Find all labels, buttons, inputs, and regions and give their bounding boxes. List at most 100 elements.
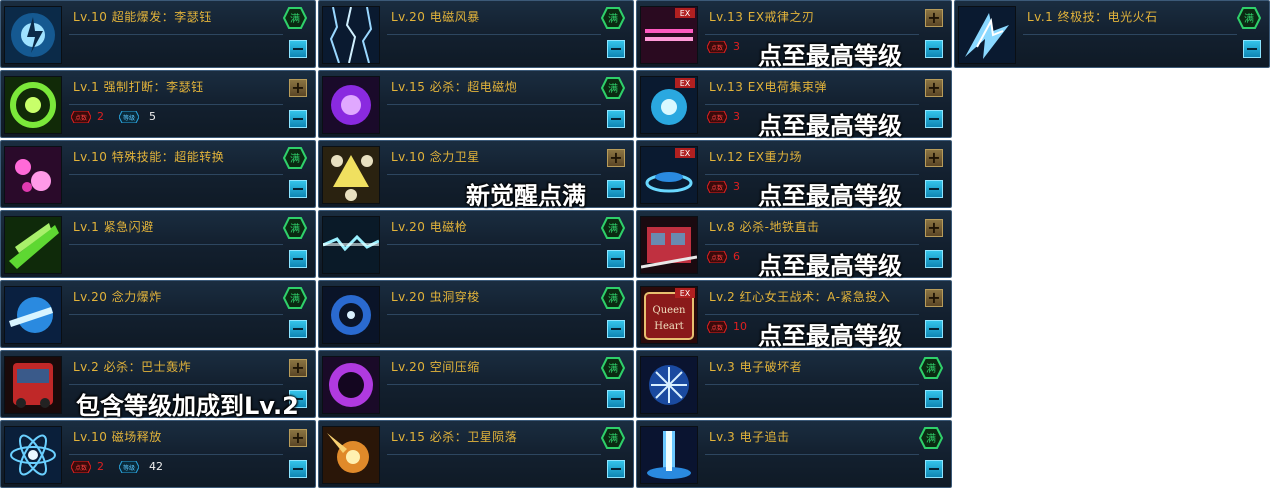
- skill-row[interactable]: Lv.20 虫洞穿梭 满: [318, 280, 634, 348]
- annotation-max-level: 点至最高等级: [758, 112, 902, 140]
- skill-row[interactable]: Lv.1 强制打断：李瑟钰 点数 2 等级 5 +: [0, 70, 316, 138]
- annotation-awakening-max: 新觉醒点满: [466, 182, 586, 210]
- divider: [69, 34, 283, 35]
- divider: [69, 314, 283, 315]
- purple-sphere-icon: [322, 76, 380, 134]
- annotation-max-level: 点至最高等级: [758, 252, 902, 280]
- decrease-button[interactable]: [289, 460, 307, 478]
- increase-button[interactable]: +: [925, 219, 943, 237]
- skill-row[interactable]: Lv.1 紧急闪避 满: [0, 210, 316, 278]
- decrease-button[interactable]: [289, 250, 307, 268]
- decrease-button[interactable]: [925, 390, 943, 408]
- skill-title: Lv.1 终极技：电光火石: [1027, 10, 1158, 24]
- skill-row[interactable]: Lv.1 终极技：电光火石 满: [954, 0, 1270, 68]
- electric-orb-icon: [640, 356, 698, 414]
- decrease-button[interactable]: [289, 180, 307, 198]
- increase-button[interactable]: +: [925, 79, 943, 97]
- decrease-button[interactable]: [925, 110, 943, 128]
- required-level: 5: [149, 110, 156, 123]
- divider: [387, 244, 601, 245]
- green-vortex-icon: [4, 76, 62, 134]
- skill-point-cost: 2: [97, 460, 104, 473]
- increase-button[interactable]: +: [607, 149, 625, 167]
- skill-title: Lv.2 必杀：巴士轰炸: [73, 360, 192, 374]
- decrease-button[interactable]: [607, 320, 625, 338]
- divider: [387, 454, 601, 455]
- decrease-button[interactable]: [925, 250, 943, 268]
- skill-title: Lv.10 特殊技能：超能转换: [73, 150, 225, 164]
- skill-row[interactable]: Lv.15 必杀：卫星陨落 满: [318, 420, 634, 488]
- skill-title: Lv.10 念力卫星: [391, 150, 480, 164]
- skill-row[interactable]: Lv.3 电子破坏者 满: [636, 350, 952, 418]
- annotation-max-level: 点至最高等级: [758, 322, 902, 350]
- svg-text:满: 满: [290, 223, 300, 235]
- meteor-icon: [322, 426, 380, 484]
- skill-point-cost: 10: [733, 320, 747, 333]
- svg-text:等级: 等级: [123, 114, 135, 122]
- svg-text:满: 满: [608, 223, 618, 235]
- skill-row[interactable]: Lv.3 电子追击 满: [636, 420, 952, 488]
- wormhole-icon: [322, 286, 380, 344]
- decrease-button[interactable]: [607, 460, 625, 478]
- skill-point-cost-badge: 点数: [707, 251, 727, 263]
- svg-text:满: 满: [608, 83, 618, 95]
- green-dash-icon: [4, 216, 62, 274]
- skill-row[interactable]: Lv.10 磁场释放 点数 2 等级 42 +: [0, 420, 316, 488]
- queen-card-icon: Queen Heart EX: [640, 286, 698, 344]
- decrease-button[interactable]: [607, 250, 625, 268]
- skill-point-cost: 3: [733, 40, 740, 53]
- skill-title: Lv.10 超能爆发：李瑟钰: [73, 10, 212, 24]
- divider: [69, 104, 283, 105]
- skill-title: Lv.1 强制打断：李瑟钰: [73, 80, 204, 94]
- decrease-button[interactable]: [607, 390, 625, 408]
- max-level-badge: 满: [919, 357, 943, 379]
- decrease-button[interactable]: [925, 180, 943, 198]
- divider: [387, 174, 601, 175]
- increase-button[interactable]: +: [289, 359, 307, 377]
- skill-row[interactable]: Lv.10 特殊技能：超能转换 满: [0, 140, 316, 208]
- electric-pillar-icon: [640, 426, 698, 484]
- svg-text:点数: 点数: [711, 254, 723, 262]
- decrease-button[interactable]: [925, 40, 943, 58]
- svg-text:满: 满: [608, 363, 618, 375]
- decrease-button[interactable]: [925, 460, 943, 478]
- skill-row[interactable]: Lv.20 电磁风暴 满: [318, 0, 634, 68]
- svg-text:满: 满: [926, 363, 936, 375]
- skill-title: Lv.13 EX戒律之刃: [709, 10, 815, 24]
- svg-text:EX: EX: [680, 79, 691, 88]
- increase-button[interactable]: +: [289, 429, 307, 447]
- psychic-burst-icon: [4, 6, 62, 64]
- increase-button[interactable]: +: [289, 79, 307, 97]
- skill-point-cost-badge: 点数: [707, 321, 727, 333]
- skill-row[interactable]: Lv.15 必杀：超电磁炮 满: [318, 70, 634, 138]
- svg-text:满: 满: [290, 13, 300, 25]
- skill-row[interactable]: Lv.20 空间压缩 满: [318, 350, 634, 418]
- increase-button[interactable]: +: [925, 149, 943, 167]
- divider: [1023, 34, 1237, 35]
- svg-text:点数: 点数: [711, 184, 723, 192]
- decrease-button[interactable]: [289, 110, 307, 128]
- skill-row[interactable]: Lv.10 超能爆发：李瑟钰 满: [0, 0, 316, 68]
- skill-row[interactable]: Lv.20 电磁枪 满: [318, 210, 634, 278]
- skill-row[interactable]: Lv.20 念力爆炸 满: [0, 280, 316, 348]
- decrease-button[interactable]: [925, 320, 943, 338]
- decrease-button[interactable]: [607, 180, 625, 198]
- electric-beam-icon: [322, 216, 380, 274]
- increase-button[interactable]: +: [925, 9, 943, 27]
- divider: [705, 384, 919, 385]
- decrease-button[interactable]: [289, 320, 307, 338]
- skill-point-cost: 6: [733, 250, 740, 263]
- skill-title: Lv.2 红心女王战术：A-紧急投入: [709, 290, 891, 304]
- max-level-badge: 满: [601, 217, 625, 239]
- satellite-icon: [322, 146, 380, 204]
- decrease-button[interactable]: [607, 110, 625, 128]
- skill-title: Lv.20 电磁枪: [391, 220, 468, 234]
- divider: [387, 384, 601, 385]
- decrease-button[interactable]: [607, 40, 625, 58]
- skill-point-cost: 3: [733, 110, 740, 123]
- required-level: 42: [149, 460, 163, 473]
- decrease-button[interactable]: [1243, 40, 1261, 58]
- increase-button[interactable]: +: [925, 289, 943, 307]
- svg-text:满: 满: [1244, 13, 1254, 25]
- decrease-button[interactable]: [289, 40, 307, 58]
